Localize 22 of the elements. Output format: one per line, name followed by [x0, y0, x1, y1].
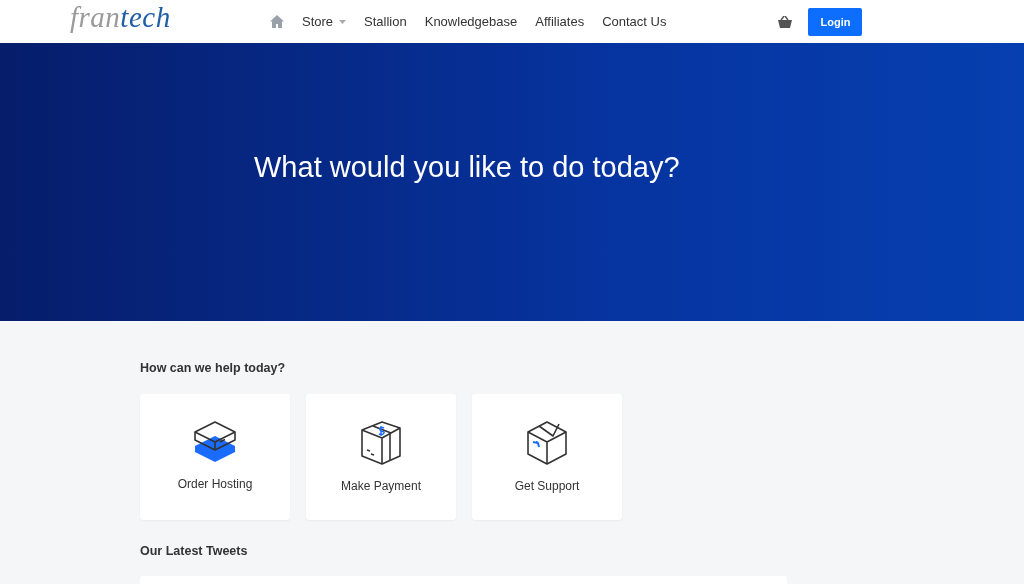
- nav-link[interactable]: Stallion: [364, 14, 407, 29]
- card-label: Make Payment: [340, 479, 421, 493]
- home-icon[interactable]: [270, 15, 284, 28]
- hero-title: What would you like to do today?: [254, 150, 680, 184]
- action-card[interactable]: Get Support: [472, 394, 622, 520]
- basket-icon[interactable]: [778, 15, 793, 28]
- server-stack-icon: [194, 420, 236, 464]
- nav-link[interactable]: Affiliates: [535, 14, 585, 29]
- box-with-dollar-icon: [360, 420, 402, 466]
- section-heading: Our Latest Tweets: [140, 544, 249, 558]
- login-button[interactable]: Login: [808, 7, 863, 36]
- nav-link[interactable]: Contact Us: [602, 14, 667, 29]
- card-label: Get Support: [514, 479, 580, 493]
- caret-icon: [339, 19, 347, 24]
- logo[interactable]: frantech: [70, 1, 270, 34]
- nav-link[interactable]: Knowledgebase: [424, 14, 518, 29]
- action-card[interactable]: Make Payment: [306, 394, 456, 520]
- open-box-icon: [527, 420, 567, 466]
- nav-link[interactable]: Store: [302, 14, 347, 29]
- section-heading: How can we help today?: [140, 361, 287, 375]
- action-card[interactable]: Order Hosting: [140, 394, 290, 520]
- card-label: Order Hosting: [177, 477, 253, 491]
